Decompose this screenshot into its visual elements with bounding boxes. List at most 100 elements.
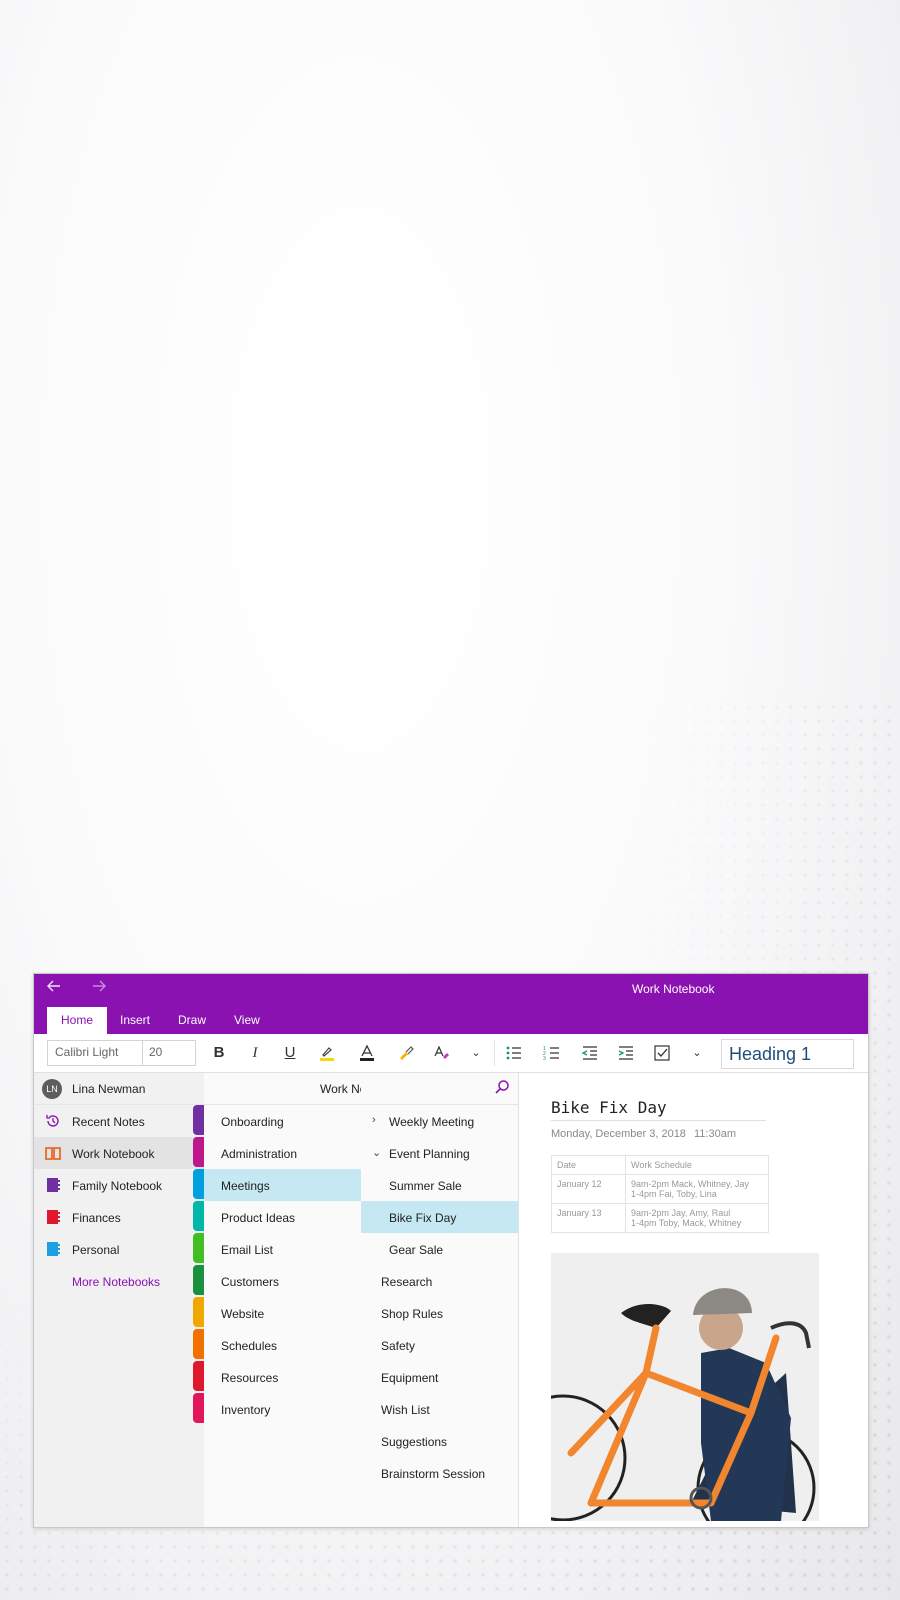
table-cell[interactable]: January 12 xyxy=(551,1174,626,1204)
increase-indent-icon[interactable] xyxy=(614,1041,638,1065)
section-item[interactable]: Resources xyxy=(204,1361,361,1393)
numbered-list-icon[interactable]: 123 xyxy=(540,1041,564,1065)
page-item[interactable]: Gear Sale xyxy=(361,1233,518,1265)
page-item[interactable]: Safety xyxy=(361,1329,518,1361)
section-color-tab[interactable] xyxy=(193,1265,204,1295)
section-item[interactable]: Meetings xyxy=(204,1169,361,1201)
section-item[interactable]: Schedules xyxy=(204,1329,361,1361)
section-color-tab[interactable] xyxy=(193,1329,204,1359)
page-item[interactable]: ⌄ Event Planning xyxy=(361,1137,518,1169)
schedule-line: 9am-2pm Mack, Whitney, Jay xyxy=(631,1179,749,1189)
page-item[interactable]: Brainstorm Session xyxy=(361,1457,518,1489)
checkbox-tag-icon[interactable] xyxy=(650,1041,674,1065)
bullet-list-icon[interactable] xyxy=(502,1041,526,1065)
page-label: Summer Sale xyxy=(389,1179,462,1193)
tab-draw[interactable]: Draw xyxy=(164,1007,220,1034)
highlighter-icon[interactable] xyxy=(315,1041,339,1065)
page-item[interactable]: Shop Rules xyxy=(361,1297,518,1329)
page-title[interactable]: Bike Fix Day xyxy=(551,1098,667,1117)
tab-view[interactable]: View xyxy=(220,1007,274,1034)
page-item[interactable]: › Weekly Meeting xyxy=(361,1105,518,1137)
section-item[interactable]: Website xyxy=(204,1297,361,1329)
section-label: Onboarding xyxy=(221,1115,284,1129)
page-item[interactable]: Bike Fix Day xyxy=(361,1201,518,1233)
notebook-item-recent-notes[interactable]: Recent Notes xyxy=(34,1105,204,1137)
notebook-item-personal[interactable]: Personal xyxy=(34,1233,204,1265)
page-item[interactable]: Suggestions xyxy=(361,1425,518,1457)
more-notebooks-link[interactable]: More Notebooks xyxy=(34,1265,204,1297)
chevron-down-icon[interactable]: ⌄ xyxy=(372,1146,381,1159)
format-painter-icon[interactable] xyxy=(394,1041,418,1065)
page-label: Weekly Meeting xyxy=(389,1115,475,1129)
table-row[interactable]: January 13 9am-2pm Jay, Amy, Raul 1-4pm T… xyxy=(551,1203,769,1233)
notebooks-pane: LN Lina Newman Recent Notes Work Noteboo… xyxy=(34,1073,205,1527)
page-label: Event Planning xyxy=(389,1147,470,1161)
user-account[interactable]: LN Lina Newman xyxy=(34,1073,204,1105)
page-time: 11:30am xyxy=(694,1128,736,1140)
section-color-tab[interactable] xyxy=(193,1105,204,1135)
section-item[interactable]: Email List xyxy=(204,1233,361,1265)
page-item[interactable]: Research xyxy=(361,1265,518,1297)
page-label: Shop Rules xyxy=(381,1307,444,1321)
notebook-item-family[interactable]: Family Notebook xyxy=(34,1169,204,1201)
table-header-row: Date Work Schedule xyxy=(551,1155,769,1175)
title-underline xyxy=(551,1120,766,1121)
section-item[interactable]: Customers xyxy=(204,1265,361,1297)
page-item[interactable]: Wish List xyxy=(361,1393,518,1425)
onenote-window: Work Notebook Home Insert Draw View Cali… xyxy=(33,973,869,1528)
table-row[interactable]: January 12 9am-2pm Mack, Whitney, Jay 1-4… xyxy=(551,1174,769,1204)
page-label: Wish List xyxy=(381,1403,430,1417)
chevron-down-icon[interactable]: ⌄ xyxy=(464,1041,488,1065)
notebook-icon xyxy=(45,1209,61,1225)
page-label: Brainstorm Session xyxy=(381,1467,486,1481)
font-color-button[interactable] xyxy=(355,1041,379,1065)
table-header-cell: Work Schedule xyxy=(625,1155,769,1175)
style-picker[interactable]: Heading 1 xyxy=(721,1039,854,1069)
search-icon[interactable] xyxy=(494,1079,510,1100)
notebook-label: Personal xyxy=(72,1243,120,1257)
section-item[interactable]: Inventory xyxy=(204,1393,361,1425)
font-name-field[interactable]: Calibri Light xyxy=(48,1041,143,1065)
clear-formatting-icon[interactable] xyxy=(430,1041,454,1065)
section-label: Schedules xyxy=(221,1339,278,1353)
decrease-indent-icon[interactable] xyxy=(578,1041,602,1065)
sections-pane: Work Notebook OnboardingAdministrationMe… xyxy=(204,1073,518,1527)
section-label: Inventory xyxy=(221,1403,271,1417)
page-item[interactable]: Summer Sale xyxy=(361,1169,518,1201)
section-color-tab[interactable] xyxy=(193,1297,204,1327)
page-item[interactable]: Equipment xyxy=(361,1361,518,1393)
page-label: Bike Fix Day xyxy=(389,1211,457,1225)
schedule-line: 9am-2pm Jay, Amy, Raul xyxy=(631,1208,731,1218)
table-cell[interactable]: January 13 xyxy=(551,1203,626,1233)
table-cell[interactable]: 9am-2pm Mack, Whitney, Jay 1-4pm Fai, Tob… xyxy=(625,1174,769,1204)
notebook-item-finances[interactable]: Finances xyxy=(34,1201,204,1233)
more-notebooks-label: More Notebooks xyxy=(72,1275,161,1289)
section-color-tab[interactable] xyxy=(193,1361,204,1391)
section-color-tab[interactable] xyxy=(193,1137,204,1167)
section-color-tab[interactable] xyxy=(193,1233,204,1263)
tab-insert[interactable]: Insert xyxy=(106,1007,164,1034)
bold-button[interactable]: B xyxy=(207,1041,231,1065)
schedule-table[interactable]: Date Work Schedule January 12 9am-2pm Ma… xyxy=(551,1155,769,1233)
arrow-left-icon[interactable] xyxy=(46,978,62,999)
section-item[interactable]: Product Ideas xyxy=(204,1201,361,1233)
section-item[interactable]: Onboarding xyxy=(204,1105,361,1137)
table-cell[interactable]: 9am-2pm Jay, Amy, Raul 1-4pm Toby, Mack, … xyxy=(625,1203,769,1233)
avatar: LN xyxy=(42,1079,62,1099)
section-color-tabs xyxy=(193,1105,204,1425)
tab-home[interactable]: Home xyxy=(47,1007,108,1034)
man-carrying-bicycle-photo[interactable] xyxy=(551,1253,819,1521)
section-color-tab[interactable] xyxy=(193,1169,204,1199)
font-picker[interactable]: Calibri Light 20 xyxy=(47,1040,196,1066)
italic-button[interactable]: I xyxy=(243,1041,267,1065)
chevron-right-icon[interactable]: › xyxy=(372,1114,376,1126)
underline-button[interactable]: U xyxy=(278,1041,302,1065)
section-color-tab[interactable] xyxy=(193,1393,204,1423)
chevron-down-icon[interactable]: ⌄ xyxy=(685,1041,709,1065)
page-canvas[interactable]: Bike Fix Day Monday, December 3, 2018 11… xyxy=(519,1073,868,1527)
section-color-tab[interactable] xyxy=(193,1201,204,1231)
arrow-right-icon[interactable] xyxy=(91,978,107,999)
font-size-field[interactable]: 20 xyxy=(143,1041,195,1065)
notebook-item-work[interactable]: Work Notebook xyxy=(34,1137,204,1169)
section-item[interactable]: Administration xyxy=(204,1137,361,1169)
